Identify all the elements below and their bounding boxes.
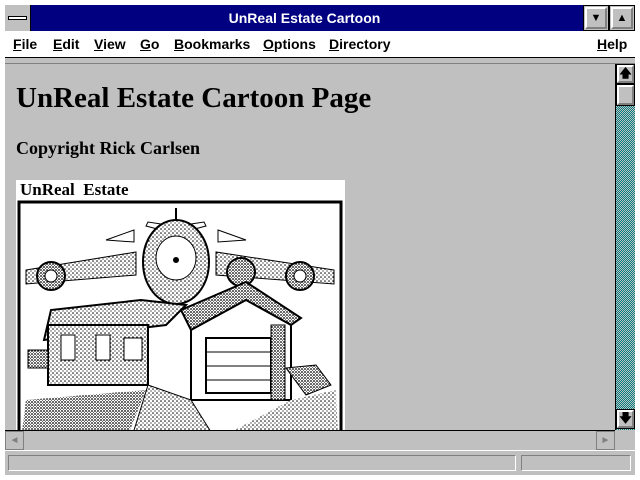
down-arrow-icon: 🡇 — [617, 410, 634, 428]
window-title: UnReal Estate Cartoon — [228, 10, 381, 26]
menu-go[interactable]: Go — [140, 36, 159, 52]
scroll-up-button[interactable]: 🡅 — [616, 64, 635, 84]
status-bar — [5, 450, 635, 475]
horizontal-scrollbar[interactable]: ◄ ► — [5, 430, 615, 450]
menu-directory[interactable]: Directory — [329, 36, 390, 52]
progress-indicator — [521, 455, 631, 471]
scrollbar-corner — [615, 430, 635, 450]
menu-help[interactable]: Help — [597, 36, 627, 52]
minimize-button[interactable]: ▼ — [583, 5, 609, 31]
menu-bookmarks[interactable]: Bookmarks — [174, 36, 250, 52]
status-message — [8, 455, 516, 471]
vertical-scroll-thumb[interactable] — [616, 84, 635, 106]
page-title: UnReal Estate Cartoon Page — [16, 82, 372, 114]
airplane-house-drawing — [17, 200, 343, 430]
right-arrow-icon[interactable]: ► — [596, 431, 615, 450]
menu-options[interactable]: Options — [263, 36, 316, 52]
window-frame-right — [635, 32, 640, 480]
menu-edit[interactable]: Edit — [53, 36, 79, 52]
up-arrow-icon: 🡅 — [617, 65, 634, 83]
left-arrow-icon[interactable]: ◄ — [5, 431, 24, 450]
window-frame-bottom — [0, 475, 640, 480]
copyright-text: Copyright Rick Carlsen — [16, 138, 200, 158]
scroll-down-button[interactable]: 🡇 — [616, 409, 635, 429]
page-content: UnReal Estate Cartoon Page Copyright Ric… — [5, 64, 615, 430]
maximize-button[interactable]: ▲ — [609, 5, 635, 31]
minimize-icon: ▼ — [585, 7, 607, 29]
cartoon-image: UnReal Estate — [16, 180, 345, 430]
vertical-scrollbar[interactable]: 🡅 🡇 — [615, 64, 635, 430]
menu-file[interactable]: File — [13, 36, 37, 52]
menu-view[interactable]: View — [94, 36, 126, 52]
maximize-icon: ▲ — [611, 7, 633, 29]
system-menu-icon[interactable] — [5, 5, 31, 31]
menu-bar: File Edit View Go Bookmarks Options Dire… — [5, 32, 635, 58]
cartoon-caption: UnReal Estate — [20, 180, 129, 199]
title-bar: UnReal Estate Cartoon ▼ ▲ — [0, 0, 640, 32]
